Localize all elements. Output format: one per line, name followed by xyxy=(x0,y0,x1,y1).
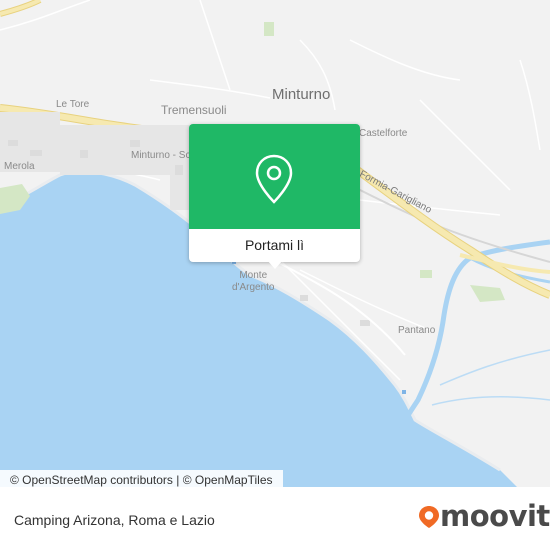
map-label-le-tore: Le Tore xyxy=(56,99,90,110)
map-label-merola: Merola xyxy=(4,161,35,172)
moovit-pin-icon xyxy=(419,506,439,528)
place-name: Camping Arizona, Roma e Lazio xyxy=(14,512,215,528)
popup-tail xyxy=(267,260,283,269)
map-label-minturno: Minturno xyxy=(272,86,331,103)
attribution-separator: | xyxy=(176,473,180,487)
map-label-dargento: d'Argento xyxy=(232,282,275,293)
osm-attribution-link[interactable]: © OpenStreetMap contributors xyxy=(10,473,173,487)
map-label-monte-dargento: Monte d'Argento xyxy=(232,270,275,294)
directions-popup: Portami lì xyxy=(189,124,360,269)
map-canvas[interactable]: Minturno Tremensuoli Le Tore Merola Mint… xyxy=(0,0,550,490)
map-label-castelforte: Castelforte xyxy=(359,128,408,139)
footer-bar: Camping Arizona, Roma e Lazio moovit xyxy=(0,490,550,550)
popup-header xyxy=(189,124,360,229)
map-label-pantano: Pantano xyxy=(398,325,436,336)
poi-marker xyxy=(402,390,406,394)
take-me-there-button[interactable]: Portami lì xyxy=(189,229,360,262)
map-attribution: © OpenStreetMap contributors | © OpenMap… xyxy=(0,470,283,490)
park-patch xyxy=(264,22,274,36)
location-pin-icon xyxy=(255,154,293,204)
moovit-logo-text: moovit xyxy=(440,499,550,533)
map-widget: Minturno Tremensuoli Le Tore Merola Mint… xyxy=(0,0,550,550)
map-label-minturno-scauri: Minturno - Sca xyxy=(131,150,197,161)
map-label-tremensuoli: Tremensuoli xyxy=(161,103,227,117)
omt-attribution-link[interactable]: © OpenMapTiles xyxy=(183,473,273,487)
moovit-logo[interactable]: moovit xyxy=(418,498,550,534)
park-patch xyxy=(420,270,432,278)
map-label-monte: Monte xyxy=(239,270,268,281)
